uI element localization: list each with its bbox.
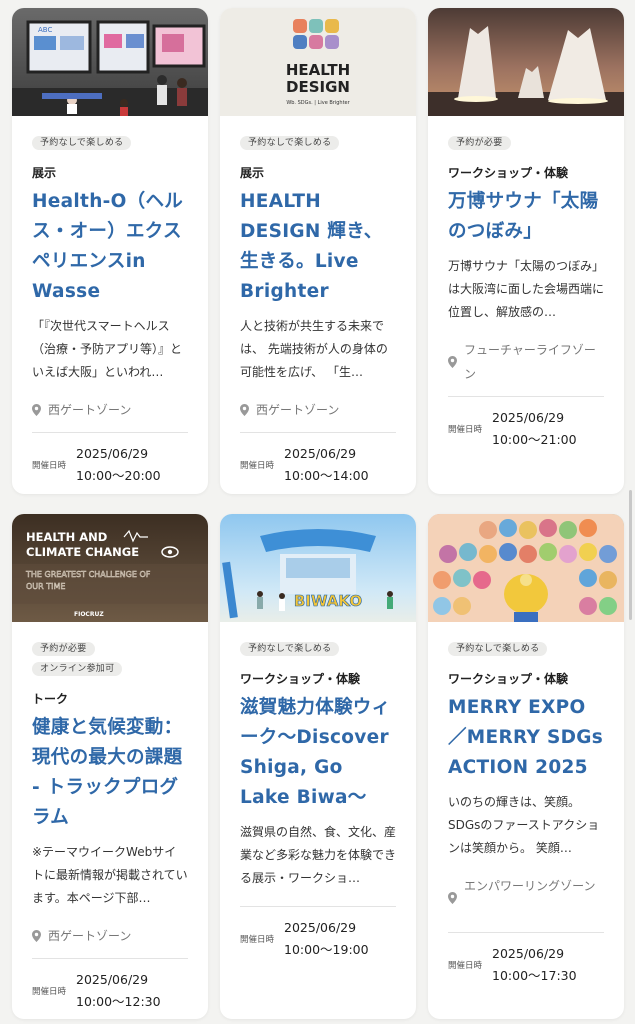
event-category: ワークショップ・体験 xyxy=(240,672,361,686)
event-thumbnail: HEALTH DESIGN Wb. SDGs. | Live Brighter xyxy=(220,8,416,116)
location-name: 西ゲートゾーン xyxy=(48,929,132,943)
image-headline-1: HEALTH AND xyxy=(26,530,107,544)
event-title[interactable]: Health-O（ヘルス・オー）エクスペリエンスin Wasse xyxy=(32,187,188,307)
datetime-label: 開催日時 xyxy=(32,461,67,471)
event-time: 10:00～12:30 xyxy=(76,994,161,1009)
event-description: 人と技術が共生する未来では、 先端技術が人の身体の可能性を広げ、 「生… xyxy=(240,319,388,379)
event-card[interactable]: HEALTH DESIGN Wb. SDGs. | Live Brighter … xyxy=(220,8,416,494)
divider xyxy=(448,932,604,933)
reservation-badge: 予約が必要 xyxy=(32,642,95,656)
event-datetime: 開催日時 2025/06/29 10:00～14:00 xyxy=(240,443,396,494)
event-title[interactable]: 健康と気候変動：現代の最大の課題 - トラックプログラム xyxy=(32,713,188,833)
event-card[interactable]: 予約なしで楽しめる ワークショップ・体験 MERRY EXPO／MERRY SD… xyxy=(428,514,624,1019)
location-pin-icon xyxy=(32,398,42,422)
divider xyxy=(32,958,188,959)
location-pin-icon xyxy=(240,398,250,422)
event-datetime: 開催日時 2025/06/29 10:00～17:30 xyxy=(448,943,604,1011)
image-subtitle-1: THE GREATEST CHALLENGE OF xyxy=(25,570,151,579)
event-date: 2025/06/29 xyxy=(492,946,565,961)
reservation-badge: 予約なしで楽しめる xyxy=(32,136,132,150)
event-date: 2025/06/29 xyxy=(284,446,357,461)
event-description: いのちの輝きは、笑顔。SDGsのファーストアクションは笑顔から。 笑顔… xyxy=(448,795,600,855)
event-title[interactable]: MERRY EXPO／MERRY SDGs ACTION 2025 xyxy=(448,693,604,783)
event-category: ワークショップ・体験 xyxy=(448,166,569,180)
event-description: ※テーマウイークWebサイトに最新情報が掲載されています。本ページ下部… xyxy=(32,845,188,905)
event-card-grid: ABC 予約なしで楽しめる 展示 Health-O（ヘルス・オー）エクスペリエン… xyxy=(0,0,635,1024)
event-title[interactable]: HEALTH DESIGN 輝き、生きる。Live Brighter xyxy=(240,187,396,307)
logo-line-1: HEALTH xyxy=(286,61,350,79)
event-category: トーク xyxy=(32,692,69,706)
event-location: フューチャーライフゾーン xyxy=(448,338,604,386)
event-category: 展示 xyxy=(240,166,265,180)
event-time: 10:00～14:00 xyxy=(284,468,369,483)
event-time: 10:00～17:30 xyxy=(492,968,577,983)
event-location: 西ゲートゾーン xyxy=(240,398,396,422)
event-description: 万博サウナ「太陽のつぼみ」は大阪湾に面した会場西端に位置し、解放感の… xyxy=(448,259,604,319)
location-pin-icon xyxy=(448,874,458,922)
reservation-badge: 予約なしで楽しめる xyxy=(240,642,340,656)
location-pin-icon xyxy=(32,924,42,948)
signage-text: ABC xyxy=(38,26,52,34)
location-pin-icon xyxy=(448,338,458,386)
datetime-label: 開催日時 xyxy=(240,461,275,471)
reservation-badge: 予約なしで楽しめる xyxy=(448,642,548,656)
event-time: 10:00～19:00 xyxy=(284,942,369,957)
logo-subtext: Wb. SDGs. | Live Brighter xyxy=(286,100,350,106)
datetime-label: 開催日時 xyxy=(448,961,483,971)
datetime-label: 開催日時 xyxy=(240,935,275,945)
event-thumbnail xyxy=(428,514,624,622)
image-headline-2: CLIMATE CHANGE xyxy=(26,545,139,559)
location-name: 西ゲートゾーン xyxy=(256,403,340,417)
event-location: 西ゲートゾーン xyxy=(32,924,188,948)
divider xyxy=(240,432,396,433)
event-title[interactable]: 万博サウナ「太陽のつぼみ」 xyxy=(448,187,604,247)
eye-icon xyxy=(161,546,179,558)
event-card[interactable]: ABC 予約なしで楽しめる 展示 Health-O（ヘルス・オー）エクスペリエン… xyxy=(12,8,208,494)
location-name: 西ゲートゾーン xyxy=(48,403,132,417)
event-date: 2025/06/29 xyxy=(76,972,149,987)
event-date: 2025/06/29 xyxy=(492,410,565,425)
event-thumbnail xyxy=(428,8,624,116)
location-name: エンパワーリングゾーン xyxy=(464,879,596,893)
event-card[interactable]: BIWAKO 予約なしで楽しめる ワークショップ・体験 滋賀魅力体験ウィーク～D… xyxy=(220,514,416,1019)
event-card[interactable]: HEALTH AND CLIMATE CHANGE THE GREATEST C… xyxy=(12,514,208,1019)
event-thumbnail: ABC xyxy=(12,8,208,116)
reservation-badge: 予約が必要 xyxy=(448,136,511,150)
reservation-badge: 予約なしで楽しめる xyxy=(240,136,340,150)
divider xyxy=(32,432,188,433)
event-datetime: 開催日時 2025/06/29 10:00～12:30 xyxy=(32,969,188,1019)
event-location: 西ゲートゾーン xyxy=(32,398,188,422)
divider xyxy=(240,906,396,907)
health-design-logo xyxy=(293,19,339,49)
logo-line-2: DESIGN xyxy=(286,78,350,96)
event-category: 展示 xyxy=(32,166,57,180)
event-date: 2025/06/29 xyxy=(284,920,357,935)
event-datetime: 開催日時 2025/06/29 10:00～21:00 xyxy=(448,407,604,475)
event-datetime: 開催日時 2025/06/29 10:00～20:00 xyxy=(32,443,188,494)
online-badge: オンライン参加可 xyxy=(32,662,123,676)
datetime-label: 開催日時 xyxy=(32,987,67,997)
event-description: 「『次世代スマートヘルス（治療・予防アプリ等）』といえば大阪」といわれ… xyxy=(32,319,183,379)
event-card[interactable]: 予約が必要 ワークショップ・体験 万博サウナ「太陽のつぼみ」 万博サウナ「太陽の… xyxy=(428,8,624,494)
event-datetime: 開催日時 2025/06/29 10:00～19:00 xyxy=(240,917,396,985)
event-thumbnail: BIWAKO xyxy=(220,514,416,622)
biwako-sign: BIWAKO xyxy=(294,592,362,610)
event-thumbnail: HEALTH AND CLIMATE CHANGE THE GREATEST C… xyxy=(12,514,208,622)
image-subtitle-2: OUR TIME xyxy=(26,582,65,591)
datetime-label: 開催日時 xyxy=(448,425,483,435)
event-title[interactable]: 滋賀魅力体験ウィーク～Discover Shiga, Go Lake Biwa～ xyxy=(240,693,396,813)
divider xyxy=(448,396,604,397)
scrollbar[interactable] xyxy=(629,490,632,620)
event-description: 滋賀県の自然、食、文化、産業など多彩な魅力を体験できる展示・ワークショ… xyxy=(240,825,396,885)
event-category: ワークショップ・体験 xyxy=(448,672,569,686)
event-location: エンパワーリングゾーン xyxy=(448,874,604,922)
event-time: 10:00～21:00 xyxy=(492,432,577,447)
sponsor-logo: FIOCRUZ xyxy=(74,611,104,618)
event-time: 10:00～20:00 xyxy=(76,468,161,483)
event-date: 2025/06/29 xyxy=(76,446,149,461)
location-name: フューチャーライフゾーン xyxy=(464,343,596,381)
